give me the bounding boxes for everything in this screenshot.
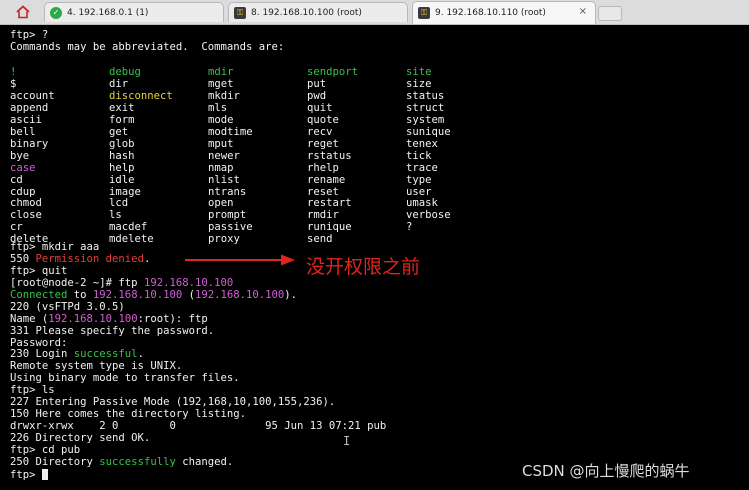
terminal-header: ftp> ? Commands may be abbreviated. Comma… [10, 29, 285, 54]
key-icon: ⚿ [418, 7, 430, 19]
command-column: mdir mget mkdir mls mode modtime mput newer nmap… [208, 66, 253, 246]
command-item: modtime [208, 125, 253, 138]
tab-bar: ✓ 4. 192.168.0.1 (1) ⚿ 8. 192.168.10.100… [0, 0, 749, 25]
command-item: hash [109, 149, 135, 162]
command-item: system [406, 113, 445, 126]
terminal-text: changed. [175, 455, 234, 468]
terminal-text: 220 (vsFTPd 3.0.5) [10, 300, 125, 313]
command-item: bell [10, 125, 36, 138]
text-cursor-icon: I [343, 434, 351, 448]
command-item: reget [307, 137, 339, 150]
command-item: type [406, 173, 432, 186]
terminal-text: Name ( [10, 312, 49, 325]
tab-session-4[interactable]: ✓ 4. 192.168.0.1 (1) [44, 2, 224, 22]
terminal-text: Permission denied [35, 252, 144, 265]
terminal-text: Password: [10, 336, 68, 349]
terminal-text: successfully [99, 455, 176, 468]
command-column: debug dir disconnect exit form get glob hash hel… [109, 66, 173, 246]
terminal-text: Using binary mode to transfer files. [10, 372, 240, 385]
watermark: CSDN @向上慢爬的蜗牛 [522, 462, 690, 480]
terminal-text: . [143, 252, 151, 265]
command-item: binary [10, 137, 49, 150]
command-item: verbose [406, 209, 451, 222]
tab-label: 8. 192.168.10.100 (root) [251, 7, 362, 18]
tab-session-9[interactable]: ⚿ 9. 192.168.10.110 (root) × [412, 1, 596, 24]
terminal-text: . [137, 348, 144, 361]
command-item: newer [208, 149, 240, 162]
terminal-cursor [41, 468, 48, 480]
terminal-text: ftp> ? [10, 29, 49, 41]
command-item: help [109, 161, 135, 174]
command-item: rhelp [307, 161, 339, 174]
command-item: ? [406, 221, 413, 234]
key-icon: ⚿ [234, 6, 246, 19]
green-check-icon: ✓ [50, 6, 62, 19]
terminal-text: Remote system type is UNIX. [10, 360, 183, 373]
command-item: glob [109, 137, 135, 150]
command-column: site size status struct system sunique tenex ti… [406, 66, 451, 234]
command-item: recv [307, 125, 333, 138]
terminal-line: Using binary mode to transfer files. [10, 372, 386, 385]
red-arrow-annotation [185, 254, 295, 266]
terminal-text: to [67, 288, 93, 301]
command-item: rename [307, 173, 346, 186]
command-item: get [109, 125, 129, 138]
annotation-text: 没开权限之前 [306, 256, 421, 278]
command-column: ! $ account append ascii bell binary bye case cd c… [10, 66, 55, 246]
terminal-text: ftp> quit [10, 264, 68, 277]
terminal-text: Commands may be abbreviated. Commands ar… [10, 40, 285, 53]
terminal-text: ). [284, 288, 298, 301]
tab-label: 9. 192.168.10.110 (root) [435, 8, 546, 18]
terminal-text: 250 Directory [10, 455, 100, 468]
tab-session-8[interactable]: ⚿ 8. 192.168.10.100 (root) [228, 2, 408, 22]
home-icon [16, 5, 30, 19]
command-item: tenex [406, 137, 438, 150]
command-item: tick [406, 149, 432, 162]
command-item: idle [109, 173, 135, 186]
new-tab-button[interactable] [598, 6, 622, 21]
command-item: mode [208, 113, 234, 126]
terminal-line: Commands may be abbreviated. Commands ar… [10, 40, 285, 54]
tab-label: 4. 192.168.0.1 (1) [67, 7, 149, 18]
close-tab-icon[interactable]: × [579, 6, 587, 17]
terminal-text: 230 Login [10, 348, 74, 361]
command-item: rstatus [307, 149, 352, 162]
terminal-line: ftp> [10, 468, 386, 481]
terminal-text: ftp> mkdir aaa [10, 241, 100, 253]
command-item: sunique [406, 125, 451, 138]
terminal-text: ftp> [10, 468, 42, 481]
command-column: sendport put pwd quit quote recv reget rstatus r… [307, 66, 358, 246]
command-item: bye [10, 149, 30, 162]
terminal-text: 227 Entering Passive Mode (192,168,10,10… [10, 396, 336, 409]
terminal-text: ( [182, 288, 195, 301]
terminal-text: 192.168.10.100 [194, 288, 285, 301]
terminal-text: drwxr-xrwx 2 0 0 95 Jun 13 07:21 pub [10, 420, 387, 433]
command-item: cd [10, 173, 23, 186]
command-item: case [10, 161, 36, 174]
terminal-text: 192.168.10.100 [143, 276, 234, 289]
command-item: quote [307, 113, 339, 126]
terminal-text: [root@node-2 ~]# ftp [10, 276, 144, 289]
command-item: mput [208, 137, 234, 150]
home-button[interactable] [10, 3, 36, 21]
terminal-text: ftp> cd pub [10, 443, 81, 456]
terminal-text: 192.168.10.100 [92, 288, 183, 301]
terminal-text: 150 Here comes the directory listing. [10, 408, 246, 421]
terminal-text: :root): ftp [137, 312, 208, 325]
terminal-text: ftp> ls [10, 384, 55, 397]
terminal-text: successful [73, 348, 138, 361]
terminal-text: Connected [10, 288, 68, 301]
command-item: nmap [208, 161, 234, 174]
command-item: nlist [208, 173, 240, 186]
terminal-text: 192.168.10.100 [48, 312, 138, 325]
command-item: trace [406, 161, 438, 174]
command-item: ! [10, 66, 17, 78]
command-item: ascii [10, 113, 42, 126]
command-item: form [109, 113, 135, 126]
terminal-text: 331 Please specify the password. [10, 324, 215, 337]
terminal-line: 250 Directory successfully changed. [10, 455, 386, 469]
terminal-text: 226 Directory send OK. [10, 432, 151, 444]
terminal-text: 550 [10, 252, 36, 265]
